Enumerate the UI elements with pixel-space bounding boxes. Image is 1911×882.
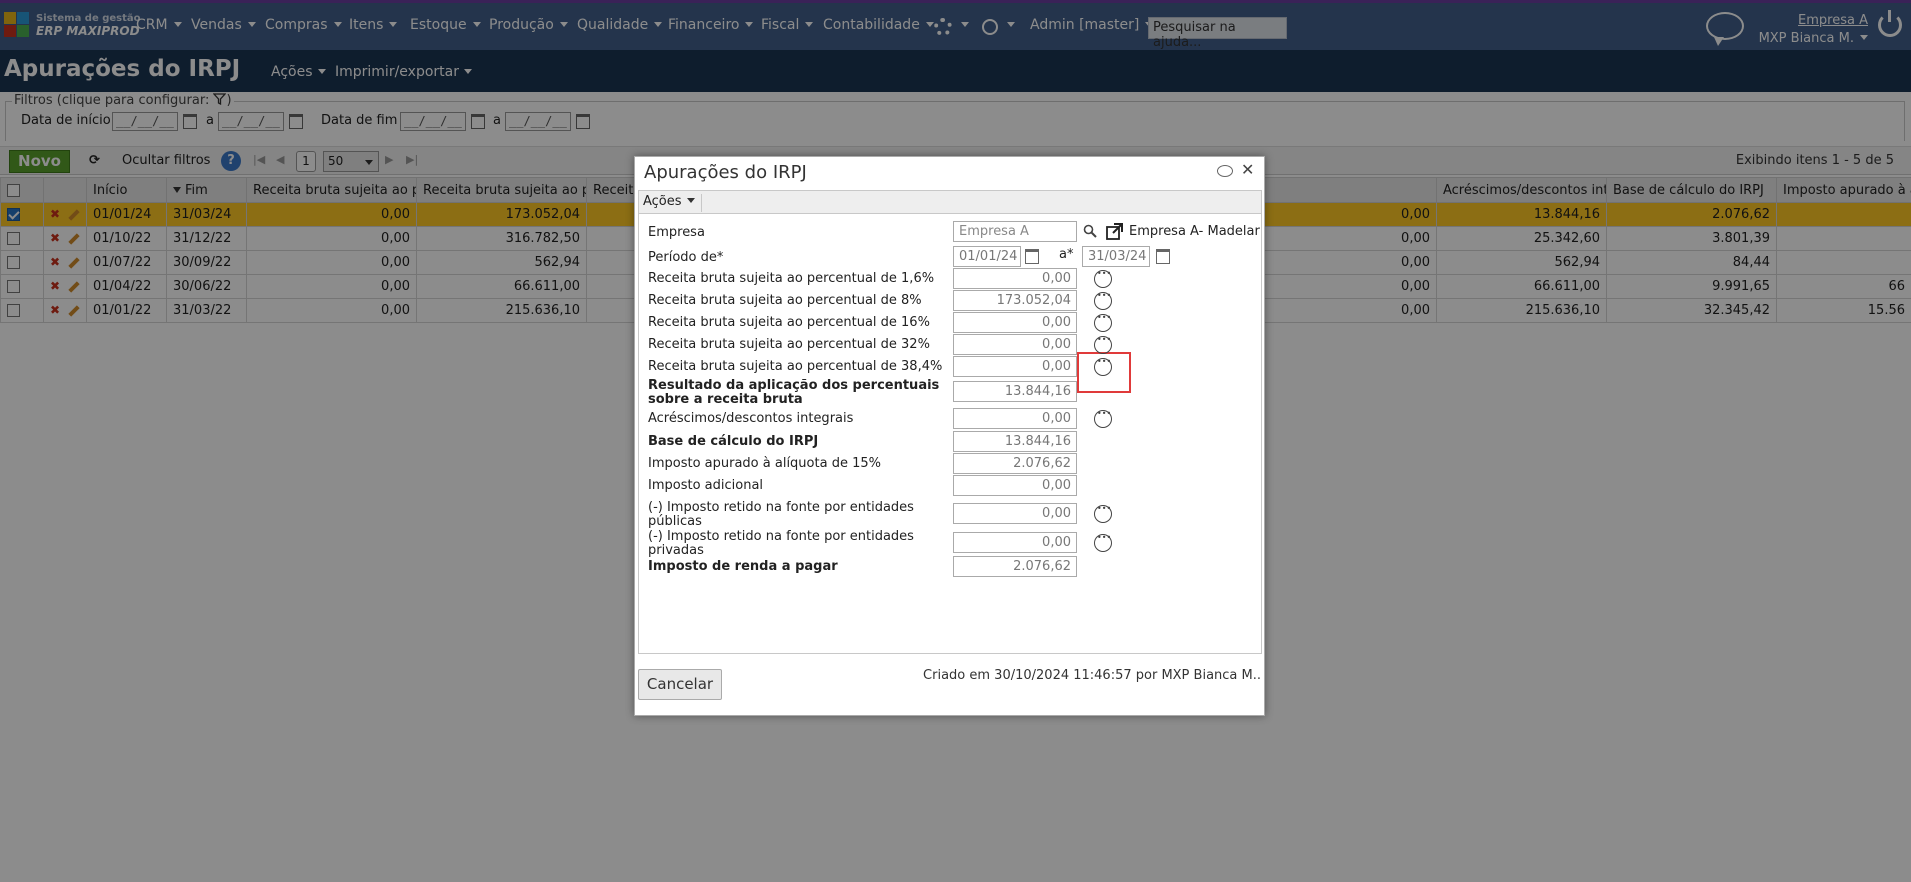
field-input[interactable]: 13.844,16 [953, 431, 1077, 452]
dialog-title: Apurações do IRPJ [644, 162, 807, 183]
periodo-to-input[interactable]: 31/03/24 [1082, 246, 1150, 267]
periodo-from-input[interactable]: 01/01/24 [953, 246, 1021, 267]
created-info: Criado em 30/10/2024 11:46:57 por MXP Bi… [923, 668, 1261, 683]
more-options-icon[interactable] [1094, 533, 1112, 552]
more-options-icon[interactable] [1094, 357, 1112, 376]
field-label: Receita bruta sujeita ao percentual de 8… [648, 293, 922, 308]
periodo-label: Período de* [648, 250, 724, 265]
more-options-icon[interactable] [1094, 313, 1112, 332]
dialog-actions-menu[interactable]: Ações [643, 194, 702, 212]
field-input[interactable]: 0,00 [953, 268, 1077, 289]
field-input[interactable]: 0,00 [953, 503, 1077, 524]
more-options-icon[interactable] [1094, 409, 1112, 428]
more-options-icon[interactable] [1094, 335, 1112, 354]
field-label: (-) Imposto retido na fonte por entidade… [648, 500, 914, 529]
dialog-actions-bar: Ações [638, 190, 1262, 214]
dialog-form: Empresa Empresa A Empresa A- Madelar Per… [638, 214, 1262, 654]
more-options-icon[interactable] [1094, 269, 1112, 288]
field-label: (-) Imposto retido na fonte por entidade… [648, 529, 914, 558]
calendar-icon[interactable] [1156, 249, 1170, 264]
irpj-dialog: Apurações do IRPJ ✕ Ações Empresa Empres… [634, 156, 1265, 716]
field-label: Imposto adicional [648, 478, 764, 493]
field-label: Imposto apurado à alíquota de 15% [648, 456, 881, 471]
field-label: Receita bruta sujeita ao percentual de 3… [648, 337, 930, 352]
empresa-input[interactable]: Empresa A [953, 221, 1077, 242]
cancel-button[interactable]: Cancelar [638, 669, 722, 700]
field-label: Resultado da aplicação dos percentuais s… [648, 378, 940, 407]
field-input[interactable]: 13.844,16 [953, 381, 1077, 402]
field-label: Imposto de renda a pagar [648, 559, 838, 574]
field-input[interactable]: 0,00 [953, 532, 1077, 553]
field-label: Receita bruta sujeita ao percentual de 3… [648, 359, 943, 374]
field-label: Base de cálculo do IRPJ [648, 434, 819, 449]
field-input[interactable]: 0,00 [953, 356, 1077, 377]
field-input[interactable]: 0,00 [953, 475, 1077, 496]
empresa-label: Empresa [648, 225, 705, 240]
field-input[interactable]: 0,00 [953, 408, 1077, 429]
field-input[interactable]: 2.076,62 [953, 453, 1077, 474]
search-icon[interactable] [1083, 224, 1097, 238]
empresa-link[interactable]: Empresa A- Madelar [1129, 225, 1269, 239]
field-label: Receita bruta sujeita ao percentual de 1… [648, 271, 935, 286]
field-input[interactable]: 0,00 [953, 334, 1077, 355]
field-input[interactable]: 2.076,62 [953, 556, 1077, 577]
field-label: Receita bruta sujeita ao percentual de 1… [648, 315, 930, 330]
more-options-icon[interactable] [1094, 504, 1112, 523]
periodo-sep: a* [1059, 247, 1074, 262]
field-input[interactable]: 0,00 [953, 312, 1077, 333]
dialog-chat-icon[interactable] [1217, 165, 1233, 177]
open-external-icon[interactable] [1106, 223, 1123, 240]
field-input[interactable]: 173.052,04 [953, 290, 1077, 311]
field-label: Acréscimos/descontos integrais [648, 411, 854, 426]
more-options-icon[interactable] [1094, 291, 1112, 310]
calendar-icon[interactable] [1025, 249, 1039, 264]
dialog-close-icon[interactable]: ✕ [1241, 160, 1254, 179]
